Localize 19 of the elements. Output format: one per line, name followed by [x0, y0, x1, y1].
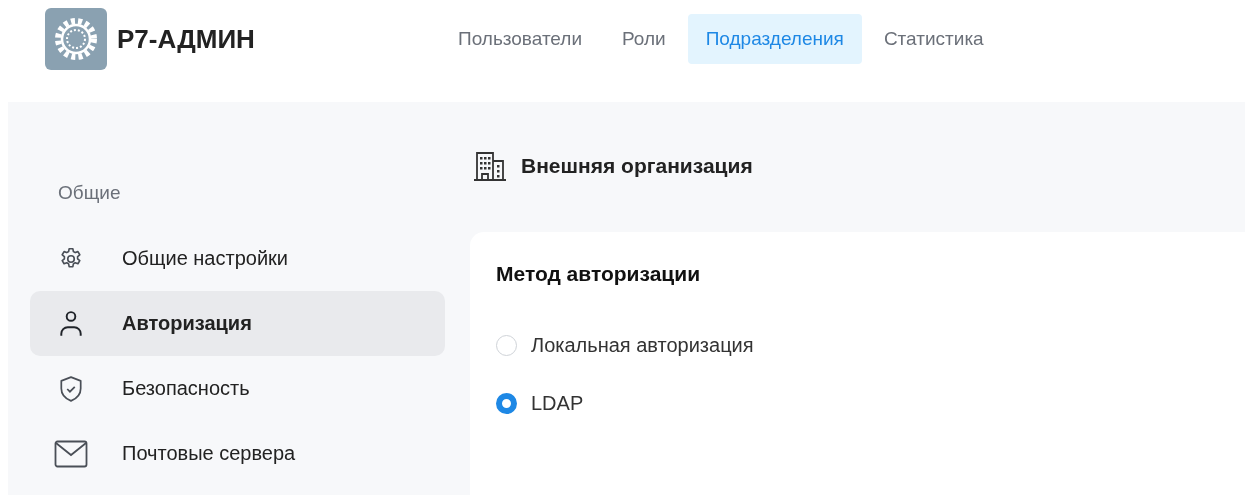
page-title: Внешняя организация	[521, 154, 753, 178]
nav-tab[interactable]: Статистика	[865, 14, 1002, 64]
sidebar-item[interactable]: Почтовые сервера	[30, 421, 445, 486]
sidebar-section-label: Общие	[57, 182, 121, 204]
shield-check-icon	[58, 374, 84, 403]
radio-button[interactable]	[496, 392, 517, 414]
envelope-icon	[54, 439, 88, 468]
sidebar-item[interactable]: Безопасность	[30, 356, 445, 421]
person-icon	[58, 309, 84, 338]
nav-tab[interactable]: Пользователи	[440, 14, 600, 64]
radio-label: LDAP	[531, 391, 584, 415]
gear-logo-icon	[45, 8, 107, 70]
card-title: Метод авторизации	[496, 262, 701, 286]
nav-tab[interactable]: Роли	[604, 14, 684, 64]
sidebar-item[interactable]: Общие настройки	[30, 226, 445, 291]
building-icon	[473, 151, 507, 181]
sidebar-item[interactable]: Авторизация	[30, 291, 445, 356]
radio-label: Локальная авторизация	[531, 333, 754, 357]
app-title: Р7-АДМИН	[117, 23, 255, 55]
